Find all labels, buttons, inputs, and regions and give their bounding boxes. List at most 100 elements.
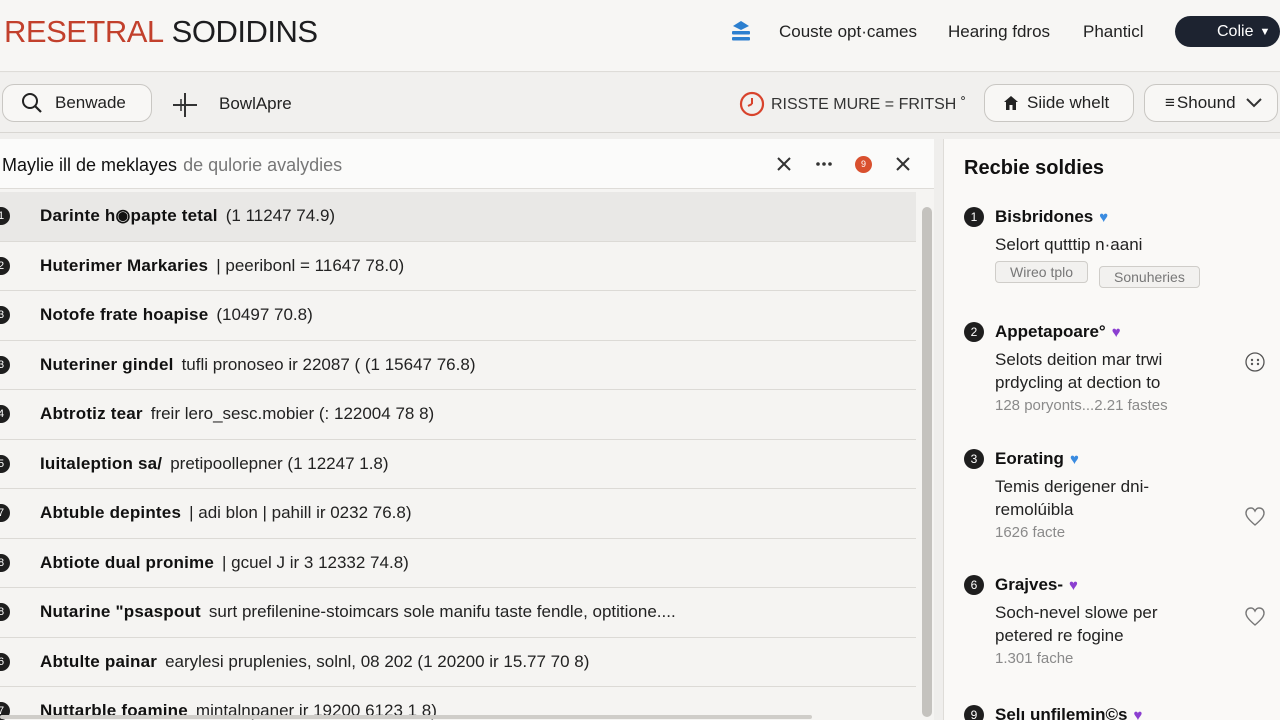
heart-outline-icon[interactable] <box>1244 606 1266 628</box>
nav-link-phanticl[interactable]: Phanticl <box>1083 22 1143 42</box>
nav-link-hearing[interactable]: Hearing fdros <box>948 22 1050 42</box>
list-item[interactable]: 1 Darinte h◉papte tetal (1 11247 74.9) <box>0 192 916 242</box>
item-title-text: Bisbridones <box>995 207 1094 226</box>
item-title-text: Appetapoare° <box>995 322 1106 341</box>
row-number: 1 <box>0 207 10 226</box>
item-title-text: Grajves- <box>995 575 1064 594</box>
toolbar: Benwade BowlApre RISSTE MURE = FRITSH ˚ … <box>0 73 1280 133</box>
item-title: Bisbridones ♥ <box>995 207 1108 227</box>
row-detail: freir lero_sesc.mobier (: 122004 78 8) <box>150 404 435 424</box>
heart-icon: ♥ <box>1099 209 1109 226</box>
browse-label: Benwade <box>55 93 126 112</box>
row-detail: surt prefilenine-stoimcars sole manifu t… <box>208 602 676 622</box>
close-filter-icon[interactable] <box>773 153 795 175</box>
move-plus-icon[interactable] <box>172 92 198 118</box>
browse-button[interactable]: Benwade <box>2 84 152 122</box>
item-description: Temis derigener dni-remolúibla <box>995 475 1149 521</box>
results-title: Maylie ill de meklayes de qulorie avalydi… <box>2 155 342 176</box>
panel-title: Recbie soldies <box>964 157 1105 179</box>
item-number: 9 <box>964 705 984 720</box>
list-item[interactable]: 3 Notofe frate hoapise (10497 70.8) <box>0 291 916 341</box>
heart-icon: ♥ <box>1069 577 1078 594</box>
nav-link-courses[interactable]: Couste opt·cames <box>779 22 917 42</box>
item-title: Eorating ♥ <box>995 449 1079 469</box>
brand-part-1: RESETRAL <box>4 14 164 49</box>
tag-chip[interactable]: Sonuheries <box>1099 266 1200 288</box>
home-icon <box>1004 96 1018 110</box>
list-item[interactable]: 8 Abtiote dual pronime | gcuel J ir 3 12… <box>0 539 916 588</box>
desc-line-2: remolúibla <box>995 500 1074 519</box>
row-name: Abtuble depintes <box>40 503 182 523</box>
item-description: Selort qutttip n·aani <box>995 235 1143 254</box>
item-description: Selots deition mar trwi prdycling at dect… <box>995 348 1162 394</box>
row-number: 6 <box>0 652 10 671</box>
item-description: Soch-nevel slowe per petered re fogine <box>995 601 1158 647</box>
row-name: Huterimer Markaries <box>40 255 209 275</box>
item-title: Appetapoare° ♥ <box>995 322 1121 342</box>
row-detail: pretipoollepner (1 12247 1.8) <box>170 453 389 473</box>
desc-line-2: petered re fogine <box>995 626 1124 645</box>
row-number: 4 <box>0 405 10 424</box>
desc-line-1: Selots deition mar trwi <box>995 350 1163 369</box>
row-detail: | peeribonl = 11647 78.0) <box>216 255 405 275</box>
row-number: 7 <box>0 504 10 523</box>
desc-line-1: Soch-nevel slowe per <box>995 603 1158 622</box>
item-title: Selı unfilemin©s ♥ <box>995 705 1142 720</box>
desc-line-1: Temis derigener dni- <box>995 477 1150 496</box>
sound-label: Shound <box>1176 93 1236 112</box>
close-icon[interactable] <box>892 153 914 175</box>
clock-icon <box>739 91 765 117</box>
row-name: Abtulte painar <box>40 651 158 671</box>
item-number: 3 <box>964 449 984 469</box>
results-list: 1 Darinte h◉papte tetal (1 11247 74.9) 2… <box>0 192 916 720</box>
top-header: RESETRAL SODIDINS Couste opt·cames Hearin… <box>0 0 1280 72</box>
row-detail: earylesi pruplenies, solnl, 08 202 (1 20… <box>165 651 590 671</box>
status-text: RISSTE MURE = FRITSH ˚ <box>771 96 967 113</box>
results-title-sub: de qulorie avalydies <box>183 155 343 175</box>
row-number: 2 <box>0 256 10 275</box>
item-number: 1 <box>964 207 984 227</box>
row-number: 5 <box>0 454 10 473</box>
item-number: 2 <box>964 322 984 342</box>
heart-outline-icon[interactable] <box>1244 506 1266 528</box>
notification-badge[interactable]: 9 <box>855 156 872 173</box>
vertical-scrollbar[interactable] <box>922 207 932 717</box>
brand-part-2: SODIDINS <box>171 14 318 49</box>
app-logo[interactable]: RESETRAL SODIDINS <box>4 14 318 50</box>
user-menu-button[interactable]: Colie ▼ <box>1175 16 1280 47</box>
chevron-down-icon: ▼ <box>1259 25 1271 38</box>
list-item[interactable]: 4 Abtrotiz tear freir lero_sesc.mobier (… <box>0 390 916 440</box>
row-name: Abtrotiz tear <box>40 404 143 424</box>
menu-lines-icon: ≡ <box>1165 93 1175 112</box>
tag-chip[interactable]: Wireo tplo <box>995 261 1089 283</box>
stack-icon[interactable] <box>730 20 752 42</box>
sound-dropdown[interactable]: ≡ Shound <box>1144 84 1278 122</box>
results-title-main: Maylie ill de meklayes <box>2 155 178 175</box>
more-options-icon[interactable] <box>813 153 835 175</box>
item-number: 6 <box>964 575 984 595</box>
row-number: 3 <box>0 355 10 374</box>
row-name: Nuteriner gindel <box>40 354 174 374</box>
row-detail: | gcuel J ir 3 12332 74.8) <box>222 552 409 572</box>
list-item[interactable]: 7 Abtuble depintes | adi blon | pahill i… <box>0 489 916 539</box>
side-wheel-button[interactable]: Siide whelt <box>984 84 1134 122</box>
list-item[interactable]: 2 Huterimer Markaries | peeribonl = 1164… <box>0 242 916 291</box>
list-item[interactable]: 5 Iuitaleption sa/ pretipoollepner (1 12… <box>0 440 916 489</box>
recommendations-panel: Recbie soldies 1 Bisbridones ♥ Selort qut… <box>943 139 1280 720</box>
row-detail: tufli pronoseo ir 22087 ( (1 15647 76.8) <box>181 354 476 374</box>
row-number: 8 <box>0 553 10 572</box>
tool-label[interactable]: BowlApre <box>219 94 292 114</box>
list-item[interactable]: 3 Nuteriner gindel tufli pronoseo ir 220… <box>0 341 916 390</box>
more-options-icon[interactable] <box>1244 351 1266 373</box>
row-name: Nutarine "psaspout <box>40 602 201 622</box>
item-title-text: Eorating <box>995 449 1064 468</box>
heart-icon: ♥ <box>1133 707 1143 720</box>
list-item[interactable]: 6 Abtulte painar earylesi pruplenies, so… <box>0 638 916 687</box>
row-number: 8 <box>0 603 10 622</box>
row-name: Iuitaleption sa/ <box>40 453 163 473</box>
row-detail: (10497 70.8) <box>216 305 313 325</box>
horizontal-scrollbar[interactable] <box>0 715 812 719</box>
list-item[interactable]: 8 Nutarine "psaspout surt prefilenine-st… <box>0 588 916 638</box>
item-title: Grajves- ♥ <box>995 575 1078 595</box>
row-detail: (1 11247 74.9) <box>225 206 336 226</box>
